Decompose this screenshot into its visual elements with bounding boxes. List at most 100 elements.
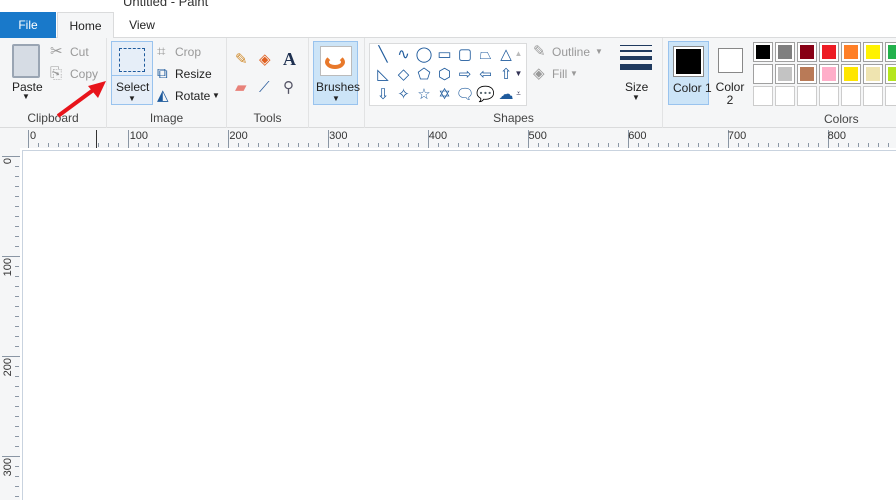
text-icon[interactable]: A [283, 50, 296, 68]
cut-icon: ✂ [50, 43, 63, 60]
brushes-label: Brushes [316, 80, 361, 94]
tools-label: Tools [253, 111, 282, 125]
ruler-label: 200 [2, 358, 14, 377]
ruler-label: 0 [2, 158, 14, 165]
fill-button[interactable]: Fill [552, 67, 567, 81]
ruler-label: 600 [628, 130, 647, 142]
palette-empty-swatch[interactable] [753, 86, 773, 106]
shape-2-icon[interactable]: ◯ [414, 45, 434, 65]
resize-icon: ⧉ [157, 65, 168, 82]
shape-9-icon[interactable]: ⬠ [414, 65, 434, 85]
shape-15-icon[interactable]: ✧ [394, 85, 414, 105]
title-bar: Untitled - Paint [0, 0, 896, 12]
ruler-label: 300 [329, 130, 348, 142]
tab-file[interactable]: File [0, 12, 56, 38]
palette-swatch[interactable] [841, 64, 861, 84]
crop-button[interactable]: Crop [175, 45, 201, 59]
outline-button[interactable]: Outline [552, 45, 590, 59]
palette-empty-swatch[interactable] [775, 86, 795, 106]
tab-view[interactable]: View [114, 12, 170, 38]
vertical-ruler: 0 100 200 300 [0, 148, 20, 500]
palette-empty-swatch[interactable] [797, 86, 817, 106]
shape-0-icon[interactable]: ╲ [373, 45, 393, 65]
select-label: Select [116, 80, 150, 94]
copy-button[interactable]: Copy [70, 67, 98, 81]
cut-button[interactable]: Cut [70, 45, 89, 59]
tab-home[interactable]: Home [57, 12, 114, 39]
shape-10-icon[interactable]: ⬡ [435, 65, 455, 85]
select-icon [119, 48, 145, 72]
colors-label: Colors [824, 112, 859, 126]
drawing-canvas[interactable] [22, 150, 896, 500]
brushes-group: Brushes ▼ [309, 38, 365, 128]
palette-swatch[interactable] [863, 64, 883, 84]
palette-swatch[interactable] [775, 42, 795, 62]
tools-group: ✎ ◈ A ▰ ⟋ ⚲ Tools [227, 38, 309, 128]
color1-label: Color 1 [673, 81, 712, 95]
ribbon: Paste ▼ ✂ Cut ⎘ Copy Clipboard Select ▼ … [0, 38, 896, 128]
fill-bucket-icon[interactable]: ◈ [259, 51, 271, 69]
rotate-icon: ◭ [157, 87, 169, 104]
colors-group: Color 1 Color 2 Colors [665, 38, 896, 128]
resize-button[interactable]: Resize [175, 67, 212, 81]
palette-empty-swatch[interactable] [885, 86, 896, 106]
palette-empty-swatch[interactable] [819, 86, 839, 106]
shape-18-icon[interactable]: 🗨 [455, 85, 475, 105]
shape-8-icon[interactable]: ◇ [394, 65, 414, 85]
image-label: Image [149, 111, 184, 125]
palette-swatch[interactable] [819, 64, 839, 84]
shapes-gallery: ╲ ∿ ◯ ▭ ▢ ⏢ △ ◺ ◇ ⬠ ⬡ ⇨ ⇦ ⇧ ⇩ ✧ ☆ ✡ 🗨 💬 ☁ [369, 43, 527, 106]
size-icon[interactable] [620, 45, 652, 70]
ruler-label: 200 [229, 130, 248, 142]
horizontal-ruler: 0 100 200 300 400 500 600 700 800 [0, 128, 896, 148]
palette-swatch[interactable] [863, 42, 883, 62]
ruler-label: 400 [428, 130, 448, 142]
shape-19-icon[interactable]: 💬 [476, 85, 496, 105]
shape-14-icon[interactable]: ⇩ [373, 85, 393, 105]
shape-1-icon[interactable]: ∿ [394, 45, 414, 65]
image-group: Select ▼ ⌗ Crop ⧉ Resize ◭ Rotate ▼ Imag… [107, 38, 227, 128]
color1-swatch [676, 49, 701, 74]
shape-17-icon[interactable]: ✡ [435, 85, 455, 105]
palette-swatch[interactable] [753, 42, 773, 62]
brushes-button[interactable]: Brushes ▼ [313, 41, 361, 105]
shape-12-icon[interactable]: ⇦ [476, 65, 496, 85]
shape-7-icon[interactable]: ◺ [373, 65, 393, 85]
color-picker-icon[interactable]: ⟋ [259, 79, 270, 97]
palette-swatch[interactable] [841, 42, 861, 62]
shapes-scroll[interactable]: ▲ ▼ ⩡ [511, 44, 526, 105]
palette-empty-swatch[interactable] [841, 86, 861, 106]
color2-label[interactable]: Color 2 [714, 81, 746, 107]
rotate-button[interactable]: Rotate [175, 89, 210, 103]
ribbon-tabs: File Home View [0, 12, 896, 39]
ruler-label: 100 [2, 258, 14, 277]
shape-5-icon[interactable]: ⏢ [476, 45, 496, 65]
outline-icon: ✎ [533, 43, 546, 60]
palette-swatch[interactable] [885, 42, 896, 62]
palette-swatch[interactable] [753, 64, 773, 84]
color1-button[interactable]: Color 1 [668, 41, 712, 105]
select-button[interactable]: Select ▼ [111, 41, 153, 105]
color2-swatch[interactable] [718, 48, 743, 73]
eraser-icon[interactable]: ▰ [235, 79, 247, 97]
paste-icon[interactable] [12, 44, 40, 78]
shape-4-icon[interactable]: ▢ [455, 45, 475, 65]
ruler-label: 300 [2, 458, 14, 477]
brush-icon [320, 46, 352, 76]
shape-11-icon[interactable]: ⇨ [455, 65, 475, 85]
palette-swatch[interactable] [797, 64, 817, 84]
palette-empty-swatch[interactable] [863, 86, 883, 106]
red-arrow-annotation [56, 81, 106, 118]
shape-16-icon[interactable]: ☆ [414, 85, 434, 105]
crop-icon: ⌗ [157, 43, 166, 60]
window-title: Untitled - Paint [123, 0, 209, 9]
palette-swatch[interactable] [775, 64, 795, 84]
palette-swatch[interactable] [885, 64, 896, 84]
magnifier-icon[interactable]: ⚲ [283, 79, 294, 97]
palette-swatch[interactable] [819, 42, 839, 62]
palette-swatch[interactable] [797, 42, 817, 62]
pencil-icon[interactable]: ✎ [235, 51, 248, 69]
ruler-label: 800 [827, 130, 846, 142]
size-button[interactable]: Size [625, 80, 648, 94]
shape-3-icon[interactable]: ▭ [435, 45, 455, 65]
